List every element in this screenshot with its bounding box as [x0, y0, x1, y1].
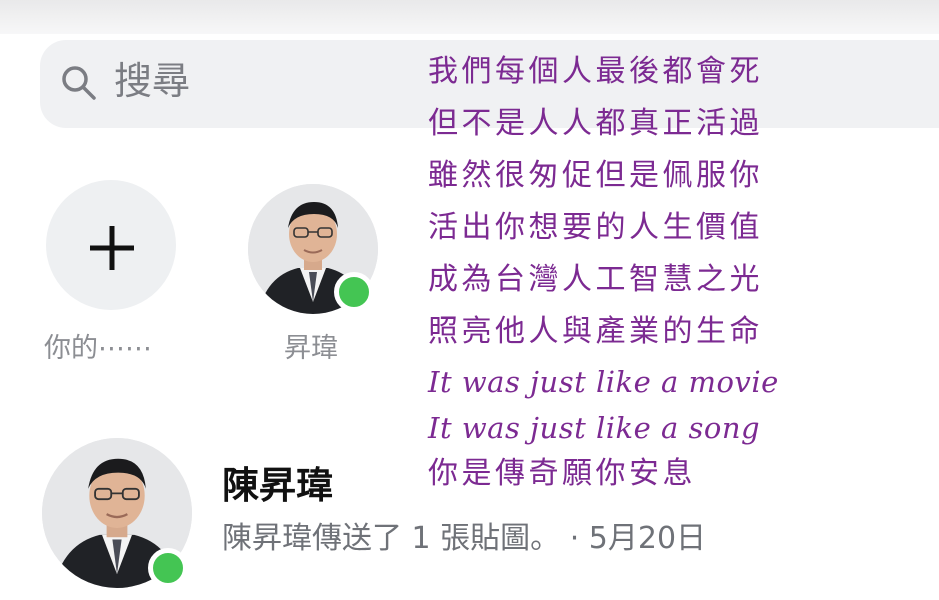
chat-last-message: 陳昇瑋傳送了 1 張貼圖。 · 5月20日 — [222, 521, 707, 556]
chat-online-dot — [148, 548, 188, 588]
story-label-yours: 你的⋯⋯ — [44, 333, 152, 364]
poem-line: 成為台灣人工智慧之光 — [428, 262, 763, 297]
poem-line: 但不是人人都真正活過 — [428, 106, 763, 141]
search-input[interactable]: 搜尋 — [114, 56, 190, 106]
story-label-contact: 昇瑋 — [284, 333, 338, 364]
chat-contact-name[interactable]: 陳昇瑋 — [222, 462, 333, 510]
poem-line: It was just like a song — [428, 411, 761, 445]
poem-line: 活出你想要的人生價值 — [428, 210, 763, 245]
poem-line: 你是傳奇願你安息 — [428, 456, 696, 491]
top-bar-fade — [0, 0, 939, 34]
poem-line: 雖然很匆促但是佩服你 — [428, 158, 763, 193]
poem-line: 照亮他人與產業的生命 — [428, 314, 763, 349]
search-icon — [62, 66, 96, 100]
online-status-dot — [334, 272, 374, 312]
poem-line: It was just like a movie — [428, 365, 779, 399]
plus-icon — [90, 226, 134, 270]
poem-line: 我們每個人最後都會死 — [428, 54, 763, 89]
